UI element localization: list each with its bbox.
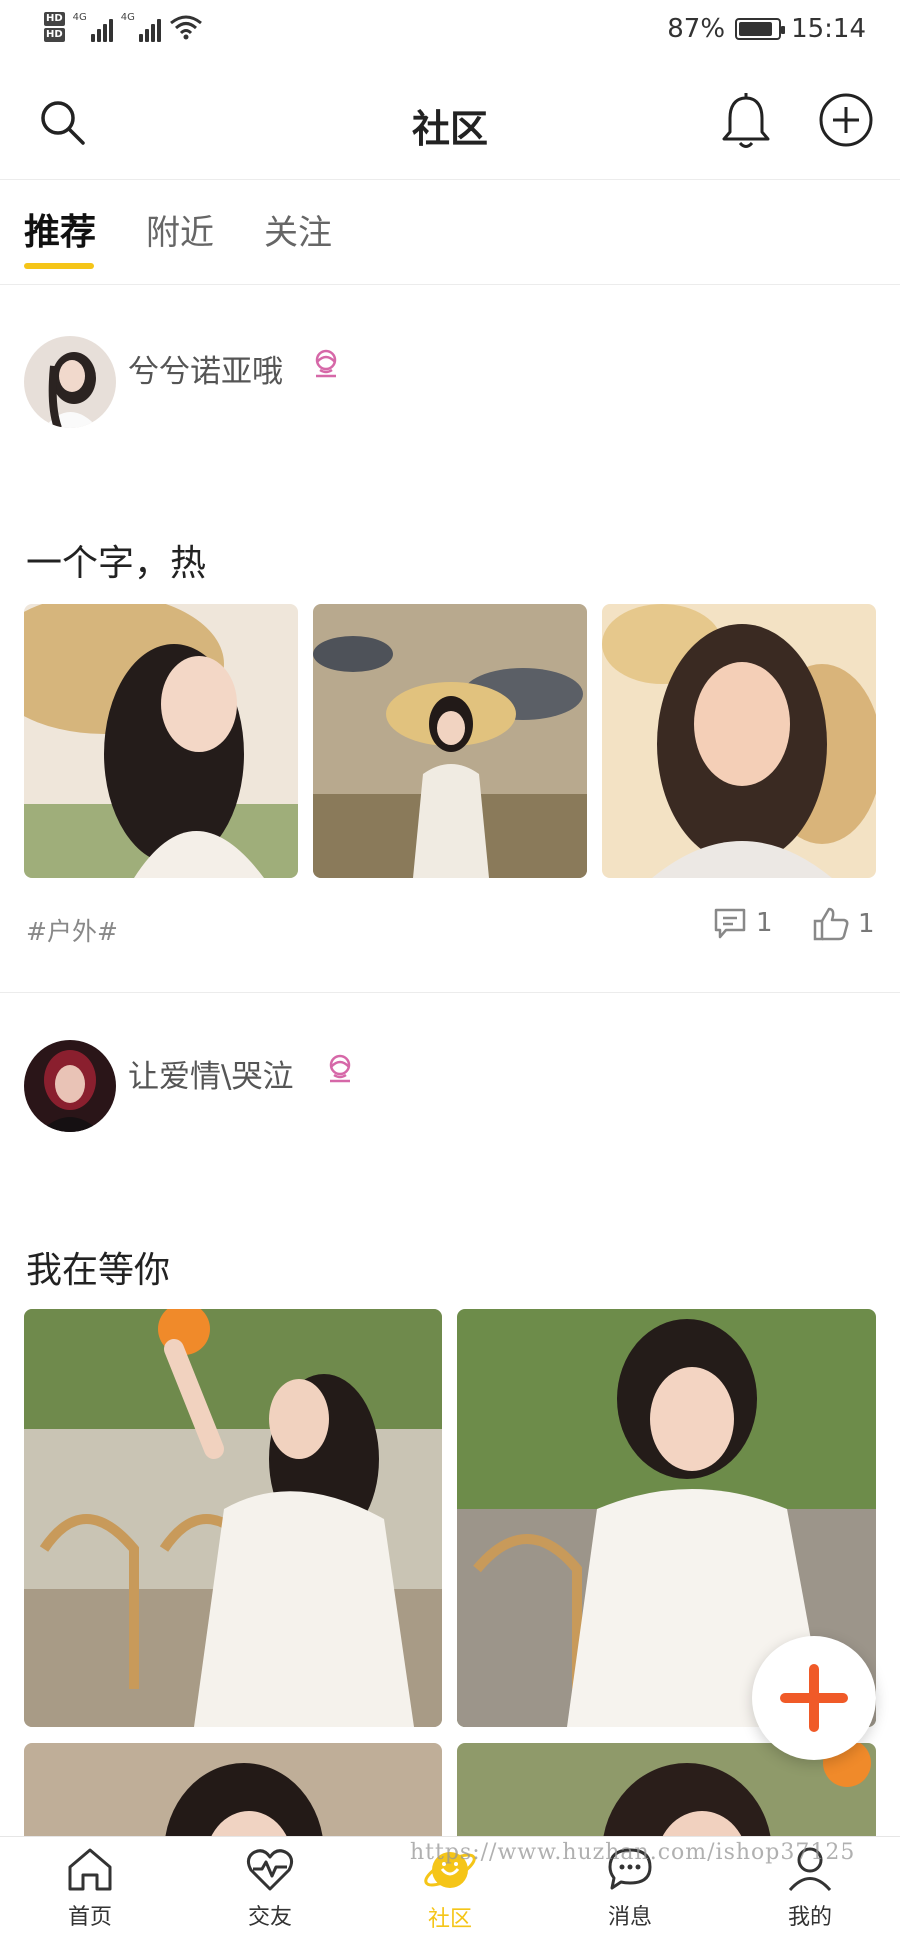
plus-icon (780, 1664, 848, 1732)
like-stat[interactable]: 1 (812, 906, 875, 942)
tab-nearby[interactable]: 附近 (146, 205, 214, 254)
status-right: 87% 15:14 (667, 14, 866, 44)
home-icon (68, 1848, 112, 1891)
nav-home[interactable]: 首页 (30, 1845, 150, 1931)
avatar[interactable] (24, 1040, 116, 1132)
add-circle-icon[interactable] (818, 92, 874, 148)
watermark: https://www.huzhan.com/ishop37125 (410, 1840, 856, 1865)
active-tab-indicator (24, 263, 94, 269)
nav-friends[interactable]: 交友 (210, 1845, 330, 1931)
community-screen: HD HD 4G 4G 87% 15:14 社区 推荐 附近 关注 兮兮诺亚哦 … (0, 0, 900, 1950)
comment-count: 1 (756, 908, 773, 938)
hd-badge-1: HD (44, 12, 65, 26)
signal-bars-1-icon: 4G (73, 12, 113, 42)
post-card[interactable]: 兮兮诺亚哦 一个字，热 #户外# 1 1 (0, 286, 900, 992)
signal-bars-2-icon: 4G (121, 12, 161, 42)
status-bar: HD HD 4G 4G 87% 15:14 (0, 0, 900, 64)
post-photo[interactable] (24, 604, 298, 878)
tab-recommended[interactable]: 推荐 (24, 203, 96, 255)
create-post-button[interactable] (752, 1636, 876, 1760)
username[interactable]: 让爱情\哭泣 (128, 1051, 293, 1096)
signal-indicators: HD HD 4G 4G (44, 12, 203, 42)
nav-community-label: 社区 (427, 1907, 472, 1932)
feed-tabs: 推荐 附近 关注 (0, 181, 900, 285)
clock: 15:14 (791, 14, 866, 44)
comment-icon (714, 908, 746, 939)
thumbs-up-icon (813, 907, 849, 941)
female-badge-icon (329, 1054, 351, 1083)
post-title: 一个字，热 (26, 543, 207, 584)
battery-level (739, 22, 773, 36)
comment-stat[interactable]: 1 (712, 906, 773, 940)
top-navigation-bar: 社区 (0, 64, 900, 180)
bell-icon[interactable] (718, 92, 774, 152)
post-photo[interactable] (24, 1309, 442, 1727)
tab-following[interactable]: 关注 (264, 205, 332, 254)
heart-pulse-icon (246, 1849, 294, 1891)
nav-friends-label: 交友 (247, 1905, 292, 1930)
network-type-1: 4G (72, 12, 87, 23)
nav-profile-label: 我的 (787, 1905, 832, 1930)
nav-home-label: 首页 (67, 1905, 112, 1930)
post-title: 我在等你 (26, 1250, 171, 1291)
post-tag[interactable]: #户外# (26, 912, 118, 948)
post-photo[interactable] (602, 604, 876, 878)
hd-badge-2: HD (44, 28, 65, 42)
post-photo[interactable] (313, 604, 587, 878)
username[interactable]: 兮兮诺亚哦 (128, 346, 283, 391)
wifi-icon (169, 15, 202, 40)
battery-icon (735, 18, 786, 40)
nav-messages-label: 消息 (607, 1905, 652, 1930)
battery-percent: 87% (667, 14, 726, 44)
network-type-2: 4G (120, 12, 135, 23)
like-count: 1 (858, 909, 875, 939)
avatar[interactable] (24, 336, 116, 428)
female-badge-icon (315, 349, 337, 378)
